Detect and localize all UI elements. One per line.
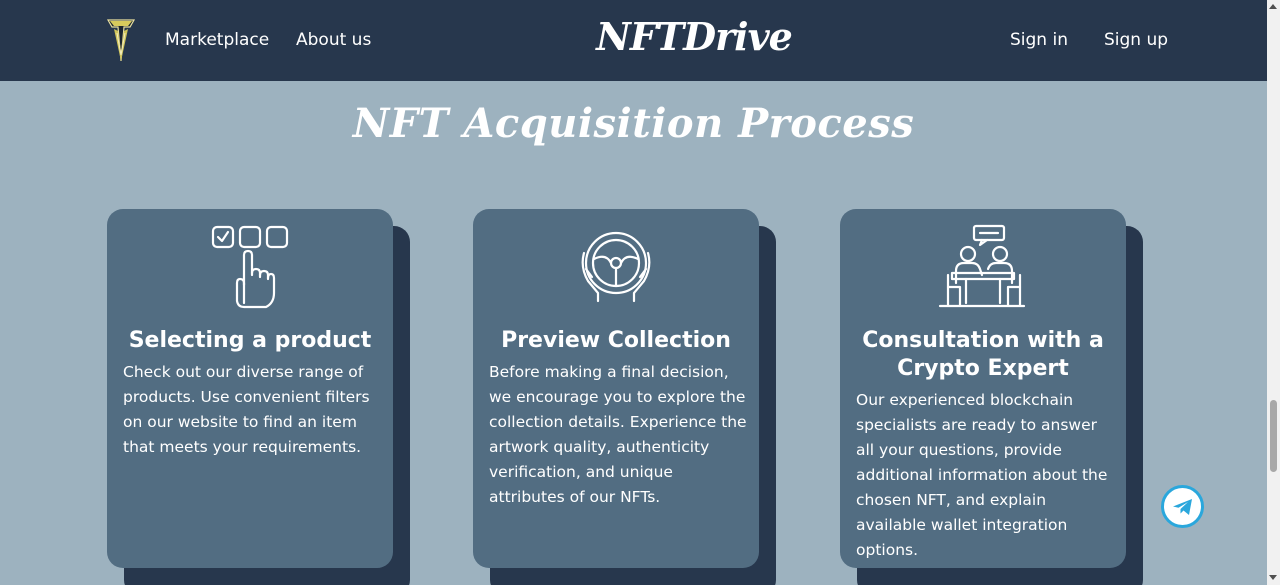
card-title: Preview Collection (501, 328, 731, 353)
process-card-preview: Preview Collection Before making a final… (473, 209, 759, 568)
sign-in-link[interactable]: Sign in (1010, 30, 1068, 50)
card-title: Selecting a product (128, 328, 372, 353)
process-card-selecting: Selecting a product Check out our divers… (107, 209, 393, 568)
nav-link-marketplace[interactable]: Marketplace (165, 30, 269, 50)
card-title: Consultation with a Crypto Expert (862, 328, 1104, 381)
scrollbar-thumb[interactable] (1270, 400, 1277, 472)
scroll-up-arrow-icon[interactable] (1269, 4, 1277, 9)
brand-logo-text[interactable]: NFTDrive (560, 14, 828, 59)
telegram-icon (1172, 498, 1192, 515)
nav-link-about-us[interactable]: About us (296, 30, 371, 50)
consultation-icon (840, 223, 1126, 311)
scroll-down-arrow-icon[interactable] (1269, 575, 1277, 580)
navbar: Marketplace About us NFTDrive Sign in Si… (0, 0, 1267, 81)
card-description: Before making a final decision, we encou… (489, 363, 747, 506)
section-heading: NFT Acquisition Process (352, 100, 915, 147)
card-description: Our experienced blockchain specialists a… (856, 391, 1108, 559)
telegram-button[interactable] (1161, 485, 1204, 528)
sign-up-link[interactable]: Sign up (1104, 30, 1168, 50)
logo-icon[interactable] (106, 17, 136, 65)
steering-wheel-icon (473, 223, 759, 307)
vertical-scrollbar[interactable] (1267, 0, 1280, 585)
card-description: Check out our diverse range of products.… (123, 363, 370, 456)
process-card-consultation: Consultation with a Crypto Expert Our ex… (840, 209, 1126, 568)
checkbox-hand-icon (107, 223, 393, 313)
